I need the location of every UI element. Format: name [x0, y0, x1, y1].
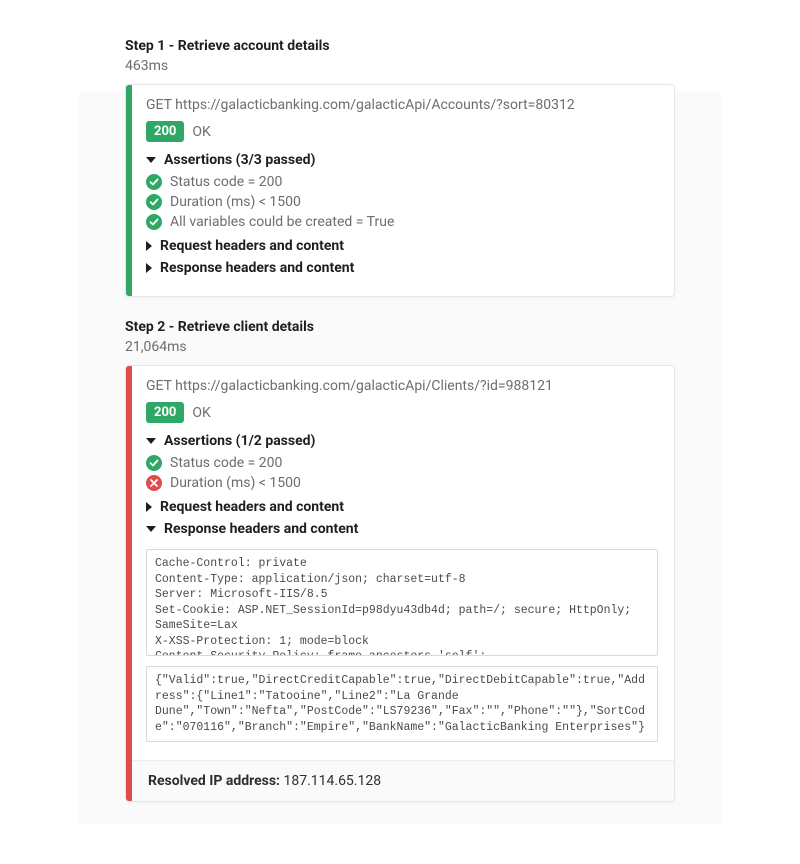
step-1-title: Step 1 - Retrieve account details	[125, 38, 675, 54]
assertions-header-label: Assertions (1/2 passed)	[164, 433, 315, 449]
check-icon	[146, 194, 162, 210]
request-headers-label: Request headers and content	[160, 499, 344, 515]
assertions-list: Status code = 200 Duration (ms) < 1500	[146, 455, 658, 491]
chevron-right-icon	[146, 502, 152, 512]
step-2-title: Step 2 - Retrieve client details	[125, 319, 675, 335]
assertion-text: All variables could be created = True	[170, 214, 394, 230]
step-1-card: GET https://galacticbanking.com/galactic…	[125, 84, 675, 297]
resolved-ip-row: Resolved IP address: 187.114.65.128	[132, 760, 674, 801]
resolved-ip-label: Resolved IP address:	[148, 773, 280, 789]
response-headers-label: Response headers and content	[164, 521, 358, 537]
request-headers-toggle[interactable]: Request headers and content	[146, 499, 658, 515]
step-1-status-row: 200 OK	[146, 121, 658, 142]
check-icon	[146, 214, 162, 230]
assertion-row: Status code = 200	[146, 455, 658, 471]
check-icon	[146, 455, 162, 471]
response-headers-toggle[interactable]: Response headers and content	[146, 521, 658, 537]
content: Step 1 - Retrieve account details 463ms …	[0, 38, 800, 802]
check-icon	[146, 174, 162, 190]
chevron-down-icon	[146, 157, 156, 163]
response-body-textbox[interactable]	[146, 666, 658, 742]
assertion-text: Duration (ms) < 1500	[170, 475, 301, 491]
step-1-request-line: GET https://galacticbanking.com/galactic…	[146, 97, 658, 113]
step-1-card-inner: GET https://galacticbanking.com/galactic…	[126, 85, 674, 296]
chevron-right-icon	[146, 241, 152, 251]
chevron-right-icon	[146, 263, 152, 273]
chevron-down-icon	[146, 438, 156, 444]
request-headers-toggle[interactable]: Request headers and content	[146, 238, 658, 254]
step-2-status-row: 200 OK	[146, 402, 658, 423]
chevron-down-icon	[146, 526, 156, 532]
assertions-toggle[interactable]: Assertions (1/2 passed)	[146, 433, 658, 449]
step-2-duration: 21,064ms	[125, 339, 675, 355]
response-headers-toggle[interactable]: Response headers and content	[146, 260, 658, 276]
assertion-row: Duration (ms) < 1500	[146, 475, 658, 491]
assertion-row: Duration (ms) < 1500	[146, 194, 658, 210]
request-headers-label: Request headers and content	[160, 238, 344, 254]
status-text: OK	[192, 124, 210, 140]
step-2-card-inner: GET https://galacticbanking.com/galactic…	[126, 366, 674, 801]
status-code-badge: 200	[146, 121, 184, 142]
assertion-text: Duration (ms) < 1500	[170, 194, 301, 210]
assertion-text: Status code = 200	[170, 455, 282, 471]
fail-icon	[146, 475, 162, 491]
status-text: OK	[192, 405, 210, 421]
assertion-row: Status code = 200	[146, 174, 658, 190]
status-code-badge: 200	[146, 402, 184, 423]
assertion-text: Status code = 200	[170, 174, 282, 190]
response-headers-textbox[interactable]	[146, 549, 658, 656]
step-2-card: GET https://galacticbanking.com/galactic…	[125, 365, 675, 802]
step-1-duration: 463ms	[125, 58, 675, 74]
assertions-toggle[interactable]: Assertions (3/3 passed)	[146, 152, 658, 168]
step-2-request-line: GET https://galacticbanking.com/galactic…	[146, 378, 658, 394]
response-headers-label: Response headers and content	[160, 260, 354, 276]
assertion-row: All variables could be created = True	[146, 214, 658, 230]
assertions-header-label: Assertions (3/3 passed)	[164, 152, 315, 168]
resolved-ip-value: 187.114.65.128	[280, 773, 381, 789]
assertions-list: Status code = 200 Duration (ms) < 1500 A…	[146, 174, 658, 230]
